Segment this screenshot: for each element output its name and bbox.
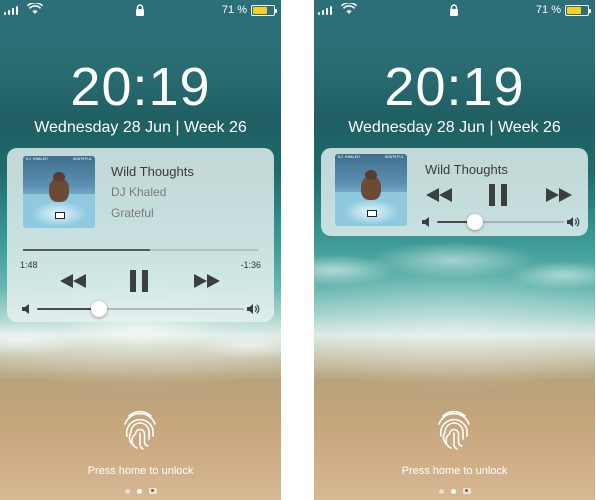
wifi-icon xyxy=(27,3,43,14)
album-art-header: DJ KHALED GRATEFUL xyxy=(26,158,92,164)
date-line: Wednesday 28 Jun | Week 26 xyxy=(34,119,247,136)
unlock-hint: Press home to unlock xyxy=(87,465,194,477)
battery-fill xyxy=(253,7,267,14)
rewind-button[interactable] xyxy=(425,184,453,206)
clock: 20:19 xyxy=(384,57,525,117)
lock-icon xyxy=(136,4,144,16)
fast-forward-button[interactable] xyxy=(545,184,573,206)
rewind-button[interactable] xyxy=(59,270,87,292)
wifi-icon xyxy=(341,3,357,14)
page-dot-active[interactable] xyxy=(136,488,142,494)
pause-icon xyxy=(130,270,148,292)
now-playing-card-compact[interactable]: DJ KHALED GRATEFUL Wild Thoughts xyxy=(321,148,588,236)
volume-track xyxy=(37,308,244,310)
track-album: Grateful xyxy=(111,206,154,220)
album-art[interactable]: DJ KHALED GRATEFUL xyxy=(335,154,407,226)
fast-forward-button[interactable] xyxy=(193,270,221,292)
page-indicator[interactable] xyxy=(0,488,281,494)
pause-button[interactable] xyxy=(128,268,150,294)
album-art-album-text: GRATEFUL xyxy=(384,156,404,160)
lock-screen-expanded: 71 % 20:19 Wednesday 28 Jun | Week 26 DJ… xyxy=(0,0,281,500)
battery-icon xyxy=(565,5,591,16)
signal-icon xyxy=(4,5,20,15)
fingerprint-icon[interactable] xyxy=(117,406,163,452)
album-art-header: DJ KHALED GRATEFUL xyxy=(338,156,404,162)
track-artist: DJ Khaled xyxy=(111,185,167,199)
page-dot-active[interactable] xyxy=(450,488,456,494)
page-dot[interactable] xyxy=(124,488,130,494)
lock-icon xyxy=(450,4,458,16)
track-title: Wild Thoughts xyxy=(425,162,508,177)
album-art-artist-text: DJ KHALED xyxy=(26,158,48,162)
rewind-icon xyxy=(60,274,86,288)
unlock-hint: Press home to unlock xyxy=(401,465,508,477)
volume-high-icon xyxy=(247,304,260,314)
volume-track xyxy=(437,221,564,223)
parental-advisory-label xyxy=(55,212,65,219)
progress-scrubber[interactable] xyxy=(23,249,258,251)
volume-level xyxy=(37,308,100,310)
volume-slider[interactable] xyxy=(421,214,580,230)
volume-slider[interactable] xyxy=(21,301,260,317)
elapsed-time: 1:48 xyxy=(20,260,38,270)
status-bar: 71 % xyxy=(314,2,595,18)
track-title: Wild Thoughts xyxy=(111,164,194,179)
volume-low-icon xyxy=(22,304,29,314)
album-art[interactable]: DJ KHALED GRATEFUL xyxy=(23,156,95,228)
date-line: Wednesday 28 Jun | Week 26 xyxy=(348,119,561,136)
volume-knob[interactable] xyxy=(467,214,484,230)
album-art-figure xyxy=(49,172,69,202)
page-indicator[interactable] xyxy=(314,488,595,494)
battery-fill xyxy=(567,7,581,14)
pause-icon xyxy=(489,184,507,206)
volume-high-icon xyxy=(567,217,580,227)
album-art-album-text: GRATEFUL xyxy=(72,158,92,162)
parental-advisory-label xyxy=(367,210,377,217)
battery-percent: 71 % xyxy=(535,4,561,16)
wave-foam xyxy=(314,230,595,350)
remaining-time: -1:36 xyxy=(240,260,261,270)
volume-low-icon xyxy=(422,217,429,227)
fast-forward-icon xyxy=(194,274,220,288)
lock-screen-compact: 71 % 20:19 Wednesday 28 Jun | Week 26 DJ… xyxy=(314,0,595,500)
volume-knob[interactable] xyxy=(91,301,108,317)
album-art-artist-text: DJ KHALED xyxy=(338,156,360,160)
progress-elapsed-fill xyxy=(23,249,150,251)
camera-icon[interactable] xyxy=(148,488,157,494)
signal-icon xyxy=(318,5,334,15)
battery-icon xyxy=(251,5,277,16)
now-playing-card-expanded[interactable]: DJ KHALED GRATEFUL Wild Thoughts DJ Khale… xyxy=(7,148,274,322)
status-bar: 71 % xyxy=(0,2,281,18)
clock: 20:19 xyxy=(70,57,211,117)
fingerprint-icon[interactable] xyxy=(431,406,477,452)
battery-percent: 71 % xyxy=(221,4,247,16)
pause-button[interactable] xyxy=(487,182,509,208)
page-dot[interactable] xyxy=(438,488,444,494)
album-art-figure xyxy=(361,170,381,200)
screenshot-canvas: 71 % 20:19 Wednesday 28 Jun | Week 26 DJ… xyxy=(0,0,596,500)
rewind-icon xyxy=(426,188,452,202)
camera-icon[interactable] xyxy=(462,488,471,494)
fast-forward-icon xyxy=(546,188,572,202)
